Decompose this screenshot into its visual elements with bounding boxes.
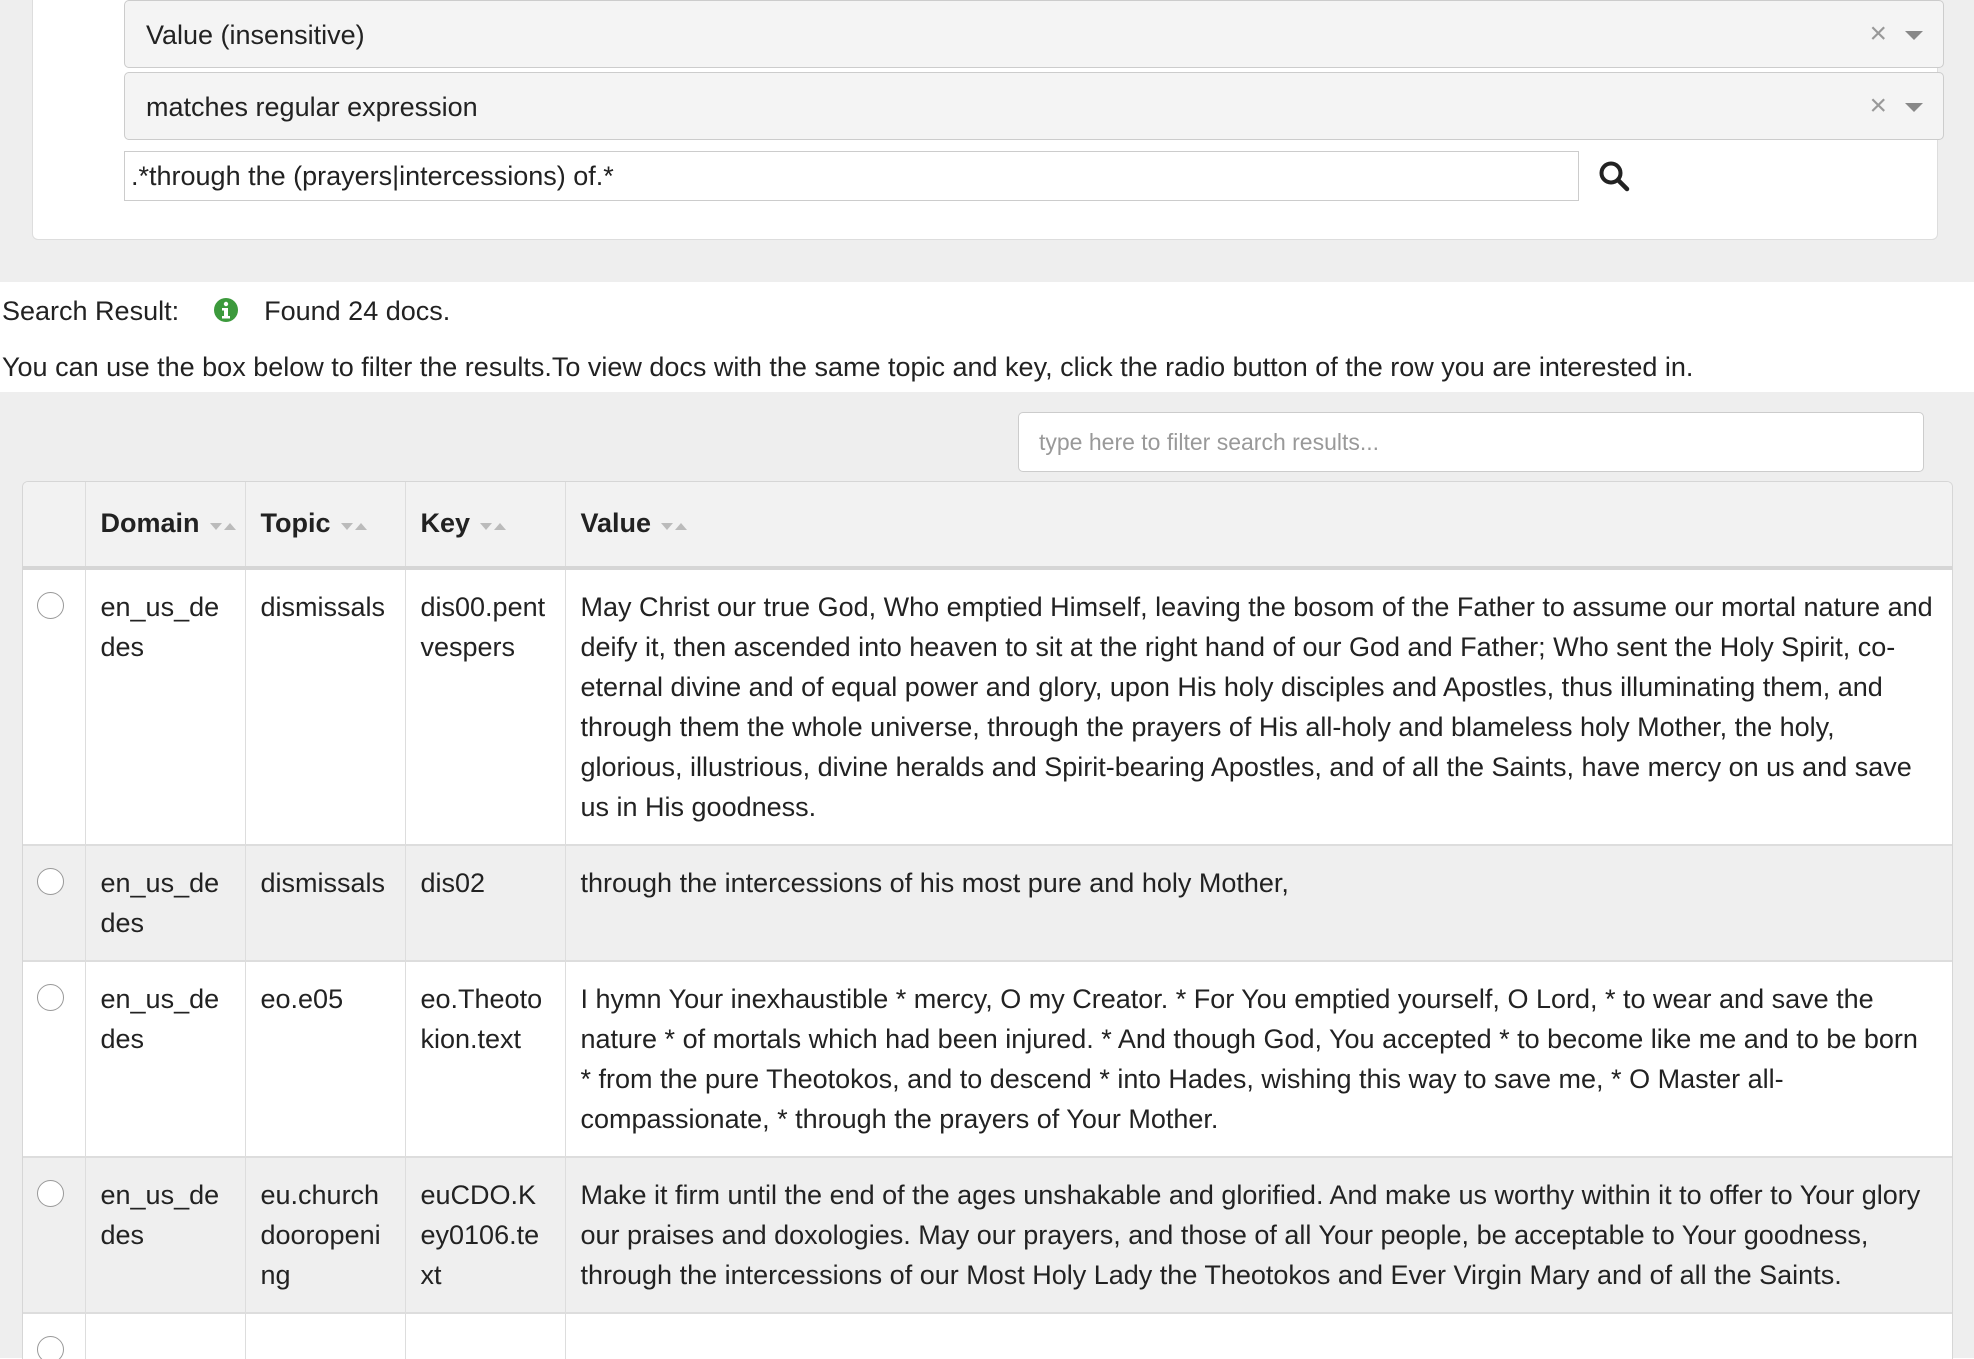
- row-select-cell: [23, 845, 86, 962]
- table-row: [23, 1313, 1952, 1359]
- operator-chevron-down-icon[interactable]: [1905, 103, 1923, 112]
- cell-topic: dismissals: [245, 845, 406, 962]
- header-value[interactable]: Value: [565, 482, 1952, 570]
- table-row: en_us_dedes eo.e05 eo.Theotokion.text I …: [23, 961, 1952, 1158]
- row-select-cell: [23, 961, 86, 1158]
- cell-domain: en_us_dedes: [85, 1157, 246, 1314]
- row-radio-button[interactable]: [37, 984, 64, 1011]
- cell-value: through the intercessions of his most pu…: [565, 845, 1952, 962]
- cell-key: dis00.pentvespers: [405, 568, 566, 846]
- table-row: en_us_dedes dismissals dis02 through the…: [23, 845, 1952, 962]
- cell-domain: [85, 1313, 246, 1359]
- header-topic[interactable]: Topic: [245, 482, 406, 570]
- field-chevron-down-icon[interactable]: [1905, 31, 1923, 40]
- header-key[interactable]: Key: [405, 482, 566, 570]
- query-input[interactable]: .*through the (prayers|intercessions) of…: [124, 151, 1579, 201]
- table-row: en_us_dedes dismissals dis00.pentvespers…: [23, 568, 1952, 846]
- sort-icon[interactable]: [661, 509, 688, 540]
- row-radio-button[interactable]: [37, 592, 64, 619]
- found-count-text: Found 24 docs.: [264, 296, 451, 326]
- cell-domain: en_us_dedes: [85, 961, 246, 1158]
- cell-topic: [245, 1313, 406, 1359]
- search-icon[interactable]: [1596, 158, 1632, 194]
- cell-key: eo.Theotokion.text: [405, 961, 566, 1158]
- table-header-row: Domain Topic Key Value: [23, 482, 1952, 570]
- row-select-cell: [23, 568, 86, 846]
- operator-select-value: matches regular expression: [146, 92, 478, 122]
- cell-domain: en_us_dedes: [85, 568, 246, 846]
- search-result-label: Search Result:: [2, 296, 180, 326]
- cell-key: dis02: [405, 845, 566, 962]
- cell-topic: dismissals: [245, 568, 406, 846]
- cell-value: I hymn Your inexhaustible * mercy, O my …: [565, 961, 1952, 1158]
- row-select-cell: [23, 1157, 86, 1314]
- info-icon: [213, 298, 238, 322]
- field-select[interactable]: Value (insensitive) ×: [124, 0, 1944, 68]
- cell-topic: eu.churchdooropening: [245, 1157, 406, 1314]
- cell-key: euCDO.Key0106.text: [405, 1157, 566, 1314]
- row-radio-button[interactable]: [37, 1336, 64, 1359]
- sort-icon[interactable]: [340, 509, 367, 540]
- row-radio-button[interactable]: [37, 1180, 64, 1207]
- cell-value: Make it firm until the end of the ages u…: [565, 1157, 1952, 1314]
- cell-key: [405, 1313, 566, 1359]
- header-domain[interactable]: Domain: [85, 482, 246, 570]
- cell-value: May Christ our true God, Who emptied Him…: [565, 568, 1952, 846]
- row-select-cell: [23, 1313, 86, 1359]
- filter-results-input[interactable]: [1018, 412, 1924, 472]
- field-select-value: Value (insensitive): [146, 20, 365, 50]
- filter-hint-text: You can use the box below to filter the …: [2, 352, 1694, 382]
- search-panel: Value (insensitive) × matches regular ex…: [0, 0, 1974, 282]
- sort-icon[interactable]: [209, 509, 236, 540]
- operator-select[interactable]: matches regular expression ×: [124, 72, 1944, 140]
- cell-domain: en_us_dedes: [85, 845, 246, 962]
- results-panel: Domain Topic Key Value en_us_dedes dismi…: [0, 392, 1974, 1359]
- cell-value: [565, 1313, 1952, 1359]
- table-row: en_us_dedes eu.churchdooropening euCDO.K…: [23, 1157, 1952, 1314]
- header-select: [23, 482, 86, 570]
- search-result-summary: Search Result: Found 24 docs.: [2, 296, 450, 327]
- field-clear-icon[interactable]: ×: [1869, 1, 1887, 67]
- results-table: Domain Topic Key Value en_us_dedes dismi…: [22, 481, 1953, 1359]
- row-radio-button[interactable]: [37, 868, 64, 895]
- sort-icon[interactable]: [480, 509, 507, 540]
- cell-topic: eo.e05: [245, 961, 406, 1158]
- operator-clear-icon[interactable]: ×: [1869, 73, 1887, 139]
